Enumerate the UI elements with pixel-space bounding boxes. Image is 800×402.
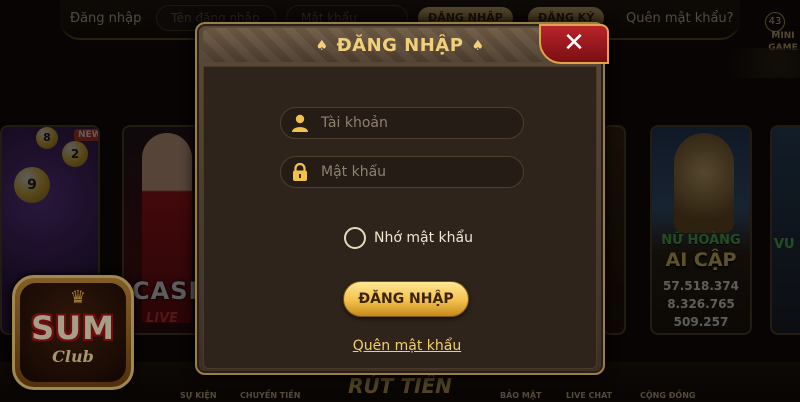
modal-title-row: ♠ ĐĂNG NHẬP ♠ [203,35,597,56]
user-icon [292,114,308,132]
modal-body: Nhớ mật khẩu ĐĂNG NHẬP Quên mật khẩu [203,66,597,369]
remember-password-checkbox[interactable] [344,227,366,249]
password-field[interactable] [280,156,524,188]
modal-header: ♠ ĐĂNG NHẬP ♠ ✕ [203,24,609,64]
spade-icon: ♠ [315,38,329,54]
spade-icon: ♠ [471,38,485,54]
username-field[interactable] [280,107,524,139]
username-input[interactable] [321,108,517,138]
modal-title: ĐĂNG NHẬP [336,35,464,56]
login-modal: ♠ĐĂNG NHẬP♠ ✕ Nhớ mật khẩu ĐĂNG NHẬ [195,22,609,375]
login-button[interactable]: ĐĂNG NHẬP [343,281,469,317]
password-input[interactable] [321,157,517,187]
lock-icon [293,162,307,181]
close-icon: ✕ [563,28,585,58]
forgot-password-link[interactable]: Quên mật khẩu [344,338,470,354]
remember-password-label[interactable]: Nhớ mật khẩu [374,230,473,246]
close-button[interactable]: ✕ [539,24,609,64]
